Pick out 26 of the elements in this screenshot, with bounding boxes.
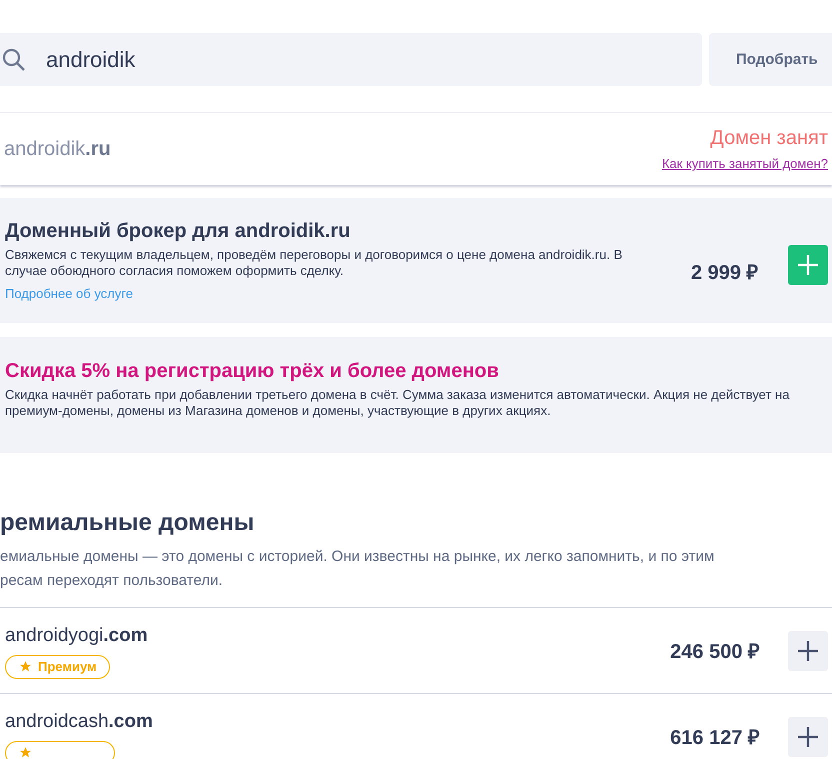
buy-taken-domain-link[interactable]: Как купить занятый домен? <box>662 156 828 171</box>
domain-name: androidcash.com <box>5 710 153 732</box>
search-field[interactable]: androidik <box>0 33 702 86</box>
plus-icon <box>797 640 819 662</box>
star-icon <box>19 660 32 673</box>
broker-price: 2 999 ₽ <box>691 261 760 285</box>
domain-price: 246 500 ₽ <box>669 640 760 664</box>
domain-status: Домен занят <box>710 127 828 150</box>
promo-title: Скидка 5% на регистрацию трёх и более доменов <box>5 360 500 383</box>
section-description: ресам переходят пользователи. <box>0 571 224 591</box>
search-icon <box>2 48 26 72</box>
search-button[interactable]: Подобрать <box>709 33 832 86</box>
plus-icon <box>797 726 819 748</box>
add-button[interactable] <box>788 630 828 670</box>
section-title: ремиальные домены <box>0 509 256 537</box>
star-icon <box>19 746 32 759</box>
broker-description: Свяжемся с текущим владельцем, проведём переговоры и договоримся о цене домена androidik.ru. В случае обоюдного согласия поможем оформить сделку. <box>5 247 624 279</box>
domain-name: androidyogi.com <box>5 624 148 646</box>
domain-price: 616 127 ₽ <box>669 726 760 750</box>
domain-name: androidik.ru <box>4 138 111 160</box>
broker-title: Доменный брокер для androidik.ru <box>5 220 352 243</box>
premium-badge: Премиум <box>5 654 110 678</box>
add-button[interactable] <box>788 716 828 756</box>
section-description: емиальные домены — это домены с историей. Они известны на рынке, их легко запомнить, и по этим <box>0 547 716 567</box>
promo-description: Скидка начнёт работать при добавлении третьего домена в счёт. Сумма заказа изменится автоматически. Акция не действует на премиум-домены, домены из Магазина доменов и домены, участвующие в других акциях. <box>5 387 790 419</box>
plus-icon <box>797 254 819 276</box>
